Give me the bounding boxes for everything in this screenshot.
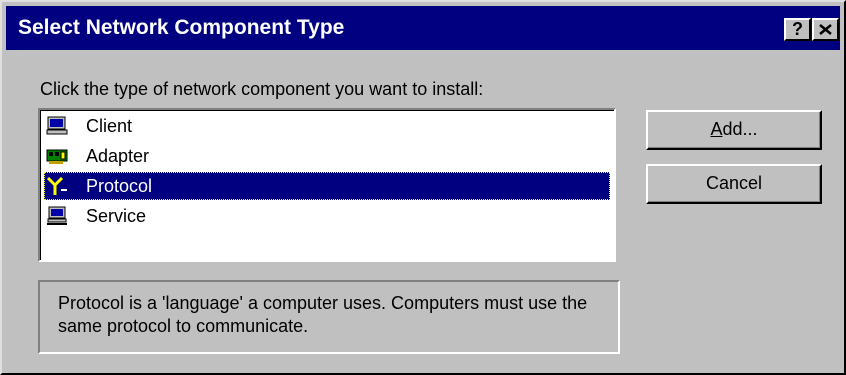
close-button[interactable] — [812, 18, 839, 41]
network-adapter-icon — [46, 149, 68, 164]
add-button-label: dd... — [722, 119, 758, 139]
list-item-label: Client — [86, 116, 133, 136]
help-icon: ? — [792, 19, 803, 39]
component-description: Protocol is a 'language' a computer uses… — [58, 293, 588, 336]
list-item-adapter[interactable]: Adapter — [44, 142, 610, 170]
description-panel: Protocol is a 'language' a computer uses… — [38, 280, 620, 354]
list-item-label: Protocol — [86, 176, 153, 196]
title-bar[interactable]: Select Network Component Type ? — [6, 6, 840, 50]
add-button[interactable]: Add... — [646, 110, 822, 150]
component-type-list[interactable]: Client Adapter Protocol Service — [38, 108, 616, 262]
list-item-label: Service — [86, 206, 147, 226]
dialog-title: Select Network Component Type — [18, 16, 345, 39]
add-button-accelerator: A — [710, 119, 723, 139]
help-button[interactable]: ? — [784, 18, 811, 41]
list-item-protocol[interactable]: Protocol — [44, 172, 610, 200]
cancel-button[interactable]: Cancel — [646, 164, 822, 204]
protocol-plug-icon — [46, 176, 67, 195]
select-network-component-dialog: Select Network Component Type ? Click th… — [0, 0, 846, 375]
client-computer-icon — [46, 116, 68, 135]
instruction-label: Click the type of network component you … — [40, 79, 484, 99]
list-item-label: Adapter — [86, 146, 150, 166]
close-icon — [819, 24, 832, 35]
service-computer-icon — [47, 206, 67, 225]
list-item-service[interactable]: Service — [44, 202, 610, 230]
list-item-client[interactable]: Client — [44, 112, 610, 140]
